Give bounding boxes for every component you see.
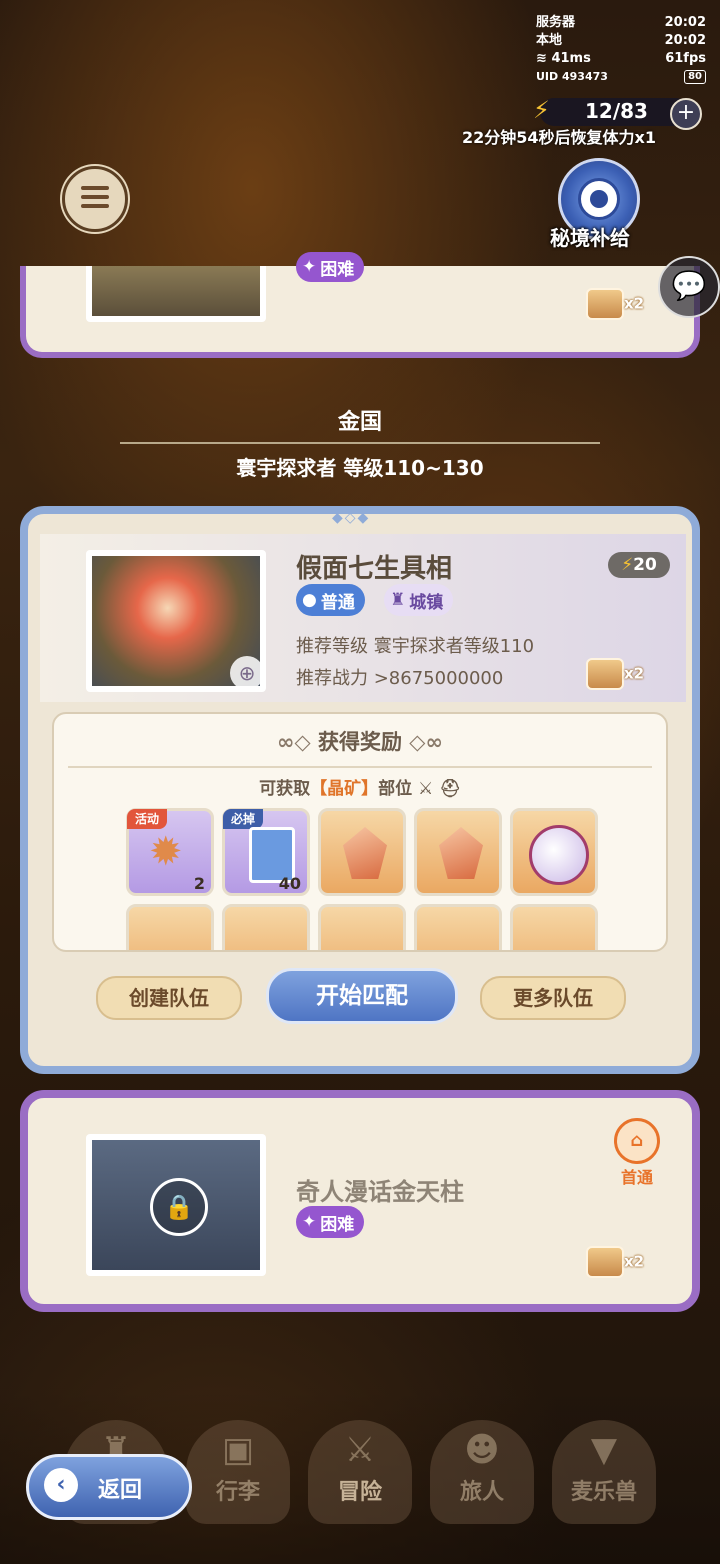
nav-travelers[interactable]: ☻ 旅人	[430, 1420, 534, 1524]
reward-item[interactable]: 必掉 40	[222, 808, 310, 896]
reward-item[interactable]	[318, 904, 406, 950]
reward-item[interactable]	[222, 904, 310, 950]
lightning-icon: ⚡	[621, 555, 634, 575]
chest-reward: x2	[586, 1246, 644, 1278]
helmet-icon: ⛑	[439, 779, 461, 799]
menu-button[interactable]	[62, 166, 128, 232]
rewards-title: ∞◇ 获得奖励 ◇∞	[277, 730, 443, 754]
stamina-value: 12/83	[585, 99, 648, 123]
fps: 61fps	[665, 51, 706, 66]
difficulty-badge: ● 普通	[296, 584, 365, 616]
ornament-right-icon: ◇∞	[402, 730, 443, 754]
castle-icon: ♜	[390, 590, 406, 610]
crossed-swords-icon: ⚔	[344, 1430, 376, 1470]
chest-icon	[586, 1246, 624, 1278]
reward-item[interactable]	[510, 808, 598, 896]
reward-item[interactable]: 活动 ✹ 2	[126, 808, 214, 896]
chat-button[interactable]: 💬	[658, 256, 720, 318]
nav-pets[interactable]: ▼ 麦乐兽	[552, 1420, 656, 1524]
create-team-button[interactable]: 创建队伍	[96, 976, 242, 1020]
type-badge: ♜ 城镇	[384, 584, 454, 616]
supply-label: 秘境补给	[550, 226, 630, 250]
gift-icon: ⌂	[614, 1118, 660, 1164]
bag-icon: ▣	[221, 1430, 255, 1470]
start-match-button[interactable]: 开始匹配	[266, 968, 458, 1024]
local-time: 20:02	[664, 33, 706, 48]
stamina-recover-text: 22分钟54秒后恢复体力x1	[462, 128, 656, 147]
zoom-icon[interactable]: ⊕	[230, 656, 264, 690]
first-clear-badge: ⌂ 首通	[612, 1118, 662, 1187]
nav-adventure[interactable]: ⚔ 冒险	[308, 1420, 412, 1524]
recommended-power: 推荐战力 >8675000000	[296, 668, 504, 689]
server-time: 20:02	[664, 15, 706, 30]
crystal-icon	[343, 827, 387, 879]
difficulty-badge: ✦ 困难	[296, 252, 365, 282]
energy-cost-badge: ⚡20	[608, 552, 670, 578]
lightning-icon: ⚡	[533, 96, 550, 124]
reward-item[interactable]	[510, 904, 598, 950]
reward-item[interactable]	[126, 904, 214, 950]
eye-icon	[578, 178, 620, 220]
more-teams-button[interactable]: 更多队伍	[480, 976, 626, 1020]
rewards-panel: ∞◇ 获得奖励 ◇∞ 可获取【晶矿】部位 ⚔ ⛑ 活动 ✹ 2 必掉 40	[52, 712, 668, 952]
region-divider	[120, 442, 600, 444]
chest-icon	[586, 658, 624, 690]
chest-reward: x2	[586, 288, 644, 320]
reward-item[interactable]	[414, 808, 502, 896]
uid: UID 493473	[536, 70, 608, 83]
region-subtitle: 寰宇探求者 等级110~130	[236, 456, 484, 480]
mask-icon: ✦	[302, 257, 317, 277]
add-stamina-button[interactable]: +	[670, 98, 702, 130]
bear-icon: ●	[302, 590, 317, 610]
menu-icon	[81, 186, 109, 190]
ornament-left-icon: ∞◇	[277, 730, 318, 754]
dungeon-thumbnail	[86, 266, 266, 322]
reward-hint: 可获取【晶矿】部位 ⚔ ⛑	[259, 779, 461, 799]
nav-bag[interactable]: ▣ 行李	[186, 1420, 290, 1524]
dungeon-name: 假面七生具相	[296, 554, 453, 584]
person-icon: ☻	[464, 1430, 500, 1470]
lock-icon: 🔒	[150, 1178, 208, 1236]
reward-item[interactable]	[414, 904, 502, 950]
difficulty-badge: ✦ 困难	[296, 1206, 365, 1238]
dungeon-name-locked: 奇人漫话金天柱	[296, 1178, 464, 1206]
network-status: 服务器 20:02 本地 20:02 ≋ 41ms 61fps UID 493473 8…	[536, 14, 706, 86]
helmet-icon	[529, 825, 589, 885]
crystal-icon	[439, 827, 483, 879]
region-title: 金国	[337, 410, 382, 435]
mask-icon: ✦	[302, 1212, 317, 1232]
fox-icon: ▼	[590, 1430, 618, 1470]
sword-icon: ⚔	[418, 779, 434, 799]
divider	[68, 766, 652, 768]
battery-icon: 80	[684, 70, 706, 84]
local-label: 本地	[536, 33, 563, 48]
server-label: 服务器	[536, 15, 576, 30]
chest-icon	[586, 288, 624, 320]
recommended-level: 推荐等级 寰宇探求者等级110	[296, 636, 535, 657]
back-arrow-icon: ‹	[44, 1468, 78, 1502]
wifi-icon: ≋	[536, 51, 547, 66]
reward-item[interactable]	[318, 808, 406, 896]
badge-icon: ✹	[149, 829, 183, 875]
back-label: 返回	[98, 1478, 143, 1503]
ping: ≋ 41ms	[536, 51, 591, 66]
chat-icon: 💬	[671, 269, 707, 302]
card-ornament: ◆◇◆	[332, 510, 371, 526]
chest-reward: x2	[586, 658, 644, 690]
